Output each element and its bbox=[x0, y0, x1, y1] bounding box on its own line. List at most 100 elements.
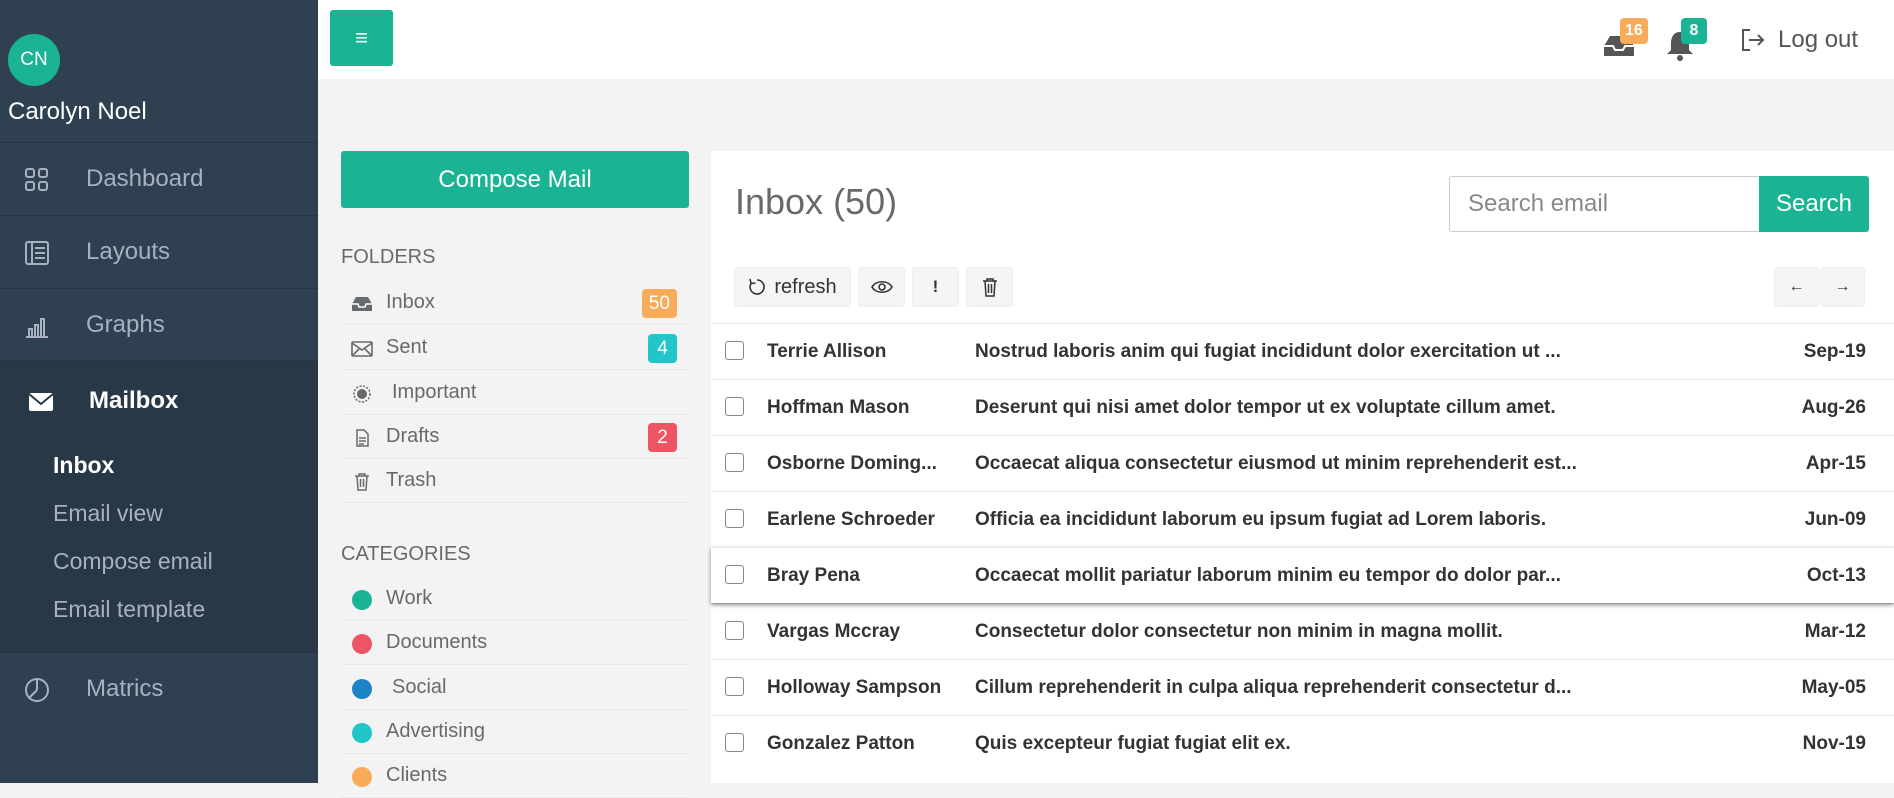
mail-checkbox[interactable] bbox=[725, 453, 744, 472]
category-label: Advertising bbox=[386, 720, 485, 742]
hamburger-icon: ≡ bbox=[355, 25, 368, 50]
mail-row[interactable]: Holloway Sampson Cillum reprehenderit in… bbox=[711, 659, 1894, 715]
mail-sender: Hoffman Mason bbox=[767, 397, 910, 418]
mark-important-button[interactable]: ! bbox=[912, 267, 959, 307]
pie-chart-icon bbox=[25, 678, 49, 702]
logout-label: Log out bbox=[1778, 26, 1859, 53]
mail-checkbox[interactable] bbox=[725, 565, 744, 584]
subnav-inbox[interactable]: Inbox bbox=[53, 452, 114, 479]
subnav-email-template[interactable]: Email template bbox=[53, 596, 205, 623]
folder-label: Trash bbox=[386, 469, 437, 491]
category-dot bbox=[352, 590, 372, 610]
trash-icon bbox=[982, 278, 997, 297]
mail-sender: Earlene Schroeder bbox=[767, 509, 935, 530]
logout-button[interactable]: Log out bbox=[1740, 26, 1858, 54]
mail-subject[interactable]: Quis excepteur fugiat fugiat elit ex. bbox=[975, 733, 1595, 755]
mail-subject[interactable]: Consectetur dolor consectetur non minim … bbox=[975, 621, 1595, 643]
folder-trash[interactable]: Trash bbox=[341, 459, 689, 503]
refresh-icon bbox=[749, 278, 766, 295]
notification-count-badge: 8 bbox=[1681, 18, 1707, 44]
mail-row[interactable]: Vargas Mccray Consectetur dolor consecte… bbox=[711, 603, 1894, 659]
mail-subject[interactable]: Occaecat mollit pariatur laborum minim e… bbox=[975, 565, 1595, 587]
mail-checkbox[interactable] bbox=[725, 621, 744, 640]
mail-date: Mar-12 bbox=[1804, 621, 1866, 642]
nav-item-dashboard[interactable]: Dashboard bbox=[0, 142, 318, 215]
folder-count-badge: 4 bbox=[648, 334, 677, 363]
trash-icon bbox=[355, 473, 369, 491]
mail-subject[interactable]: Occaecat aliqua consectetur eiusmod ut m… bbox=[975, 453, 1595, 475]
mail-row[interactable]: Bray Pena Occaecat mollit pariatur labor… bbox=[711, 547, 1894, 603]
nav-label-dashboard: Dashboard bbox=[86, 165, 204, 192]
avatar[interactable]: CN bbox=[8, 34, 60, 86]
inbox-count-badge: 16 bbox=[1620, 18, 1648, 44]
mail-checkbox[interactable] bbox=[725, 341, 744, 360]
folder-label: Sent bbox=[386, 336, 428, 358]
category-dot bbox=[352, 767, 372, 787]
category-label: Work bbox=[386, 587, 433, 609]
category-label: Clients bbox=[386, 764, 448, 786]
mail-date: Apr-15 bbox=[1805, 453, 1866, 474]
folder-important[interactable]: Important bbox=[341, 371, 689, 415]
mail-checkbox[interactable] bbox=[725, 733, 744, 752]
previous-page-button[interactable]: ← bbox=[1774, 267, 1819, 307]
mail-date: Nov-19 bbox=[1802, 733, 1866, 754]
mail-subject[interactable]: Nostrud laboris anim qui fugiat incididu… bbox=[975, 341, 1595, 363]
category-work[interactable]: Work bbox=[341, 577, 689, 621]
folder-inbox[interactable]: Inbox 50 bbox=[341, 281, 689, 325]
eye-icon bbox=[870, 280, 893, 294]
folder-count-badge: 2 bbox=[648, 423, 677, 452]
mail-row[interactable]: Earlene Schroeder Officia ea incididunt … bbox=[711, 491, 1894, 547]
dashboard-icon bbox=[25, 168, 48, 191]
envelope-icon bbox=[28, 393, 54, 411]
user-name[interactable]: Carolyn Noel bbox=[8, 98, 147, 126]
subnav-compose-email[interactable]: Compose email bbox=[53, 548, 213, 575]
next-page-button[interactable]: → bbox=[1820, 267, 1865, 307]
mail-row[interactable]: Gonzalez Patton Quis excepteur fugiat fu… bbox=[711, 715, 1894, 771]
sidebar: CN Carolyn Noel Dashboard Layouts Graphs… bbox=[0, 0, 318, 783]
search-button[interactable]: Search bbox=[1759, 176, 1869, 232]
arrow-left-icon: ← bbox=[1788, 278, 1805, 295]
nav-label-matrics: Matrics bbox=[86, 675, 164, 702]
mail-sender: Osborne Doming... bbox=[767, 453, 937, 474]
subnav-email-view[interactable]: Email view bbox=[53, 500, 163, 527]
mail-date: Jun-09 bbox=[1804, 509, 1866, 530]
folders-heading: FOLDERS bbox=[341, 246, 436, 268]
category-label: Documents bbox=[386, 631, 488, 653]
mail-subject[interactable]: Deserunt qui nisi amet dolor tempor ut e… bbox=[975, 397, 1595, 419]
refresh-button[interactable]: refresh bbox=[734, 267, 851, 307]
inbox-icon bbox=[352, 297, 372, 311]
mark-read-button[interactable] bbox=[858, 267, 905, 307]
avatar-initials: CN bbox=[20, 49, 48, 70]
categories-heading: CATEGORIES bbox=[341, 543, 471, 565]
category-social[interactable]: Social bbox=[341, 666, 689, 710]
topbar: ≡ 16 8 Log out bbox=[318, 0, 1894, 79]
nav-item-matrics[interactable]: Matrics bbox=[0, 652, 318, 725]
delete-button[interactable] bbox=[966, 267, 1013, 307]
category-dot bbox=[352, 723, 372, 743]
search-input[interactable] bbox=[1449, 176, 1759, 232]
category-advertising[interactable]: Advertising bbox=[341, 710, 689, 754]
mail-checkbox[interactable] bbox=[725, 509, 744, 528]
mail-sender: Terrie Allison bbox=[767, 341, 887, 362]
nav-item-graphs[interactable]: Graphs bbox=[0, 288, 318, 361]
folder-sent[interactable]: Sent 4 bbox=[341, 326, 689, 370]
mail-date: Sep-19 bbox=[1803, 341, 1866, 362]
mail-checkbox[interactable] bbox=[725, 677, 744, 696]
nav-item-layouts[interactable]: Layouts bbox=[0, 215, 318, 288]
menu-toggle-button[interactable]: ≡ bbox=[330, 10, 393, 66]
category-clients[interactable]: Clients bbox=[341, 754, 689, 798]
folder-drafts[interactable]: Drafts 2 bbox=[341, 415, 689, 459]
refresh-label: refresh bbox=[774, 275, 837, 298]
mail-subject[interactable]: Cillum reprehenderit in culpa aliqua rep… bbox=[975, 677, 1595, 699]
folder-count-badge: 50 bbox=[641, 289, 677, 318]
mail-date: Oct-13 bbox=[1806, 565, 1866, 586]
mail-sender: Gonzalez Patton bbox=[767, 733, 915, 754]
mail-row[interactable]: Terrie Allison Nostrud laboris anim qui … bbox=[711, 323, 1894, 379]
mail-row[interactable]: Hoffman Mason Deserunt qui nisi amet dol… bbox=[711, 379, 1894, 435]
category-documents[interactable]: Documents bbox=[341, 621, 689, 665]
mail-checkbox[interactable] bbox=[725, 397, 744, 416]
compose-mail-button[interactable]: Compose Mail bbox=[341, 151, 689, 208]
mail-row[interactable]: Osborne Doming... Occaecat aliqua consec… bbox=[711, 435, 1894, 491]
mail-subject[interactable]: Officia ea incididunt laborum eu ipsum f… bbox=[975, 509, 1595, 531]
mail-date: Aug-26 bbox=[1801, 397, 1866, 418]
